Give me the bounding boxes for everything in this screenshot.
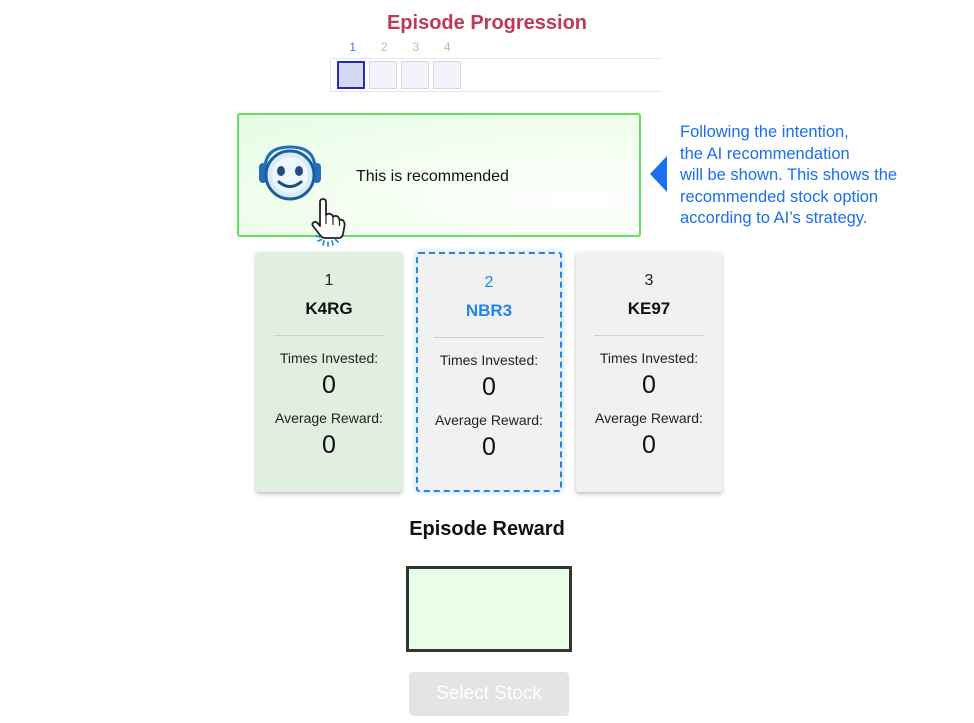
times-invested-label: Times Invested: xyxy=(599,350,699,366)
progression-step-number: 4 xyxy=(443,40,451,54)
robot-icon xyxy=(259,145,321,201)
average-reward-label: Average Reward: xyxy=(595,410,703,426)
ai-recommendation-panel: This is recommended xyxy=(237,113,641,237)
average-reward-label: Average Reward: xyxy=(275,410,383,426)
progression-step-number: 2 xyxy=(380,40,388,54)
progression-boxes xyxy=(337,61,461,89)
average-reward-value: 0 xyxy=(322,431,336,459)
times-invested-value: 0 xyxy=(322,371,336,399)
select-stock-button[interactable]: Select Stock xyxy=(409,672,569,716)
progression-box xyxy=(369,61,397,89)
progression-box-current xyxy=(337,61,365,89)
stock-card-ke97[interactable]: 3 KE97 Times Invested: 0 Average Reward:… xyxy=(576,252,722,492)
stock-code: K4RG xyxy=(305,299,353,318)
times-invested-value: 0 xyxy=(642,371,656,399)
tutorial-callout: Following the intention, the AI recommen… xyxy=(680,123,898,228)
callout-pointer xyxy=(650,156,667,192)
stock-number: 1 xyxy=(324,272,334,289)
progression-step-number: 3 xyxy=(412,40,420,54)
progression-box xyxy=(433,61,461,89)
average-reward-value: 0 xyxy=(642,431,656,459)
stock-number: 2 xyxy=(484,274,494,291)
times-invested-value: 0 xyxy=(482,373,496,401)
progression-box xyxy=(401,61,429,89)
progression-step-numbers: 1 2 3 4 xyxy=(337,40,463,54)
episode-reward-box xyxy=(406,566,572,652)
page-title: Episode Progression xyxy=(386,12,588,34)
average-reward-value: 0 xyxy=(482,433,496,461)
stock-card-k4rg[interactable]: 1 K4RG Times Invested: 0 Average Reward:… xyxy=(256,252,402,492)
times-invested-label: Times Invested: xyxy=(439,352,539,368)
pointing-hand-icon xyxy=(311,198,346,247)
times-invested-label: Times Invested: xyxy=(279,350,379,366)
card-divider xyxy=(434,337,544,338)
card-divider xyxy=(274,335,384,336)
average-reward-label: Average Reward: xyxy=(435,412,543,428)
card-divider xyxy=(594,335,704,336)
stock-number: 3 xyxy=(644,272,654,289)
stock-code: NBR3 xyxy=(465,301,513,320)
episode-reward-title: Episode Reward xyxy=(409,518,565,540)
stock-card-nbr3[interactable]: 2 NBR3 Times Invested: 0 Average Reward:… xyxy=(416,252,562,492)
stock-code: KE97 xyxy=(627,299,671,318)
recommendation-text: This is recommended xyxy=(356,168,509,185)
progression-step-number: 1 xyxy=(349,40,357,54)
